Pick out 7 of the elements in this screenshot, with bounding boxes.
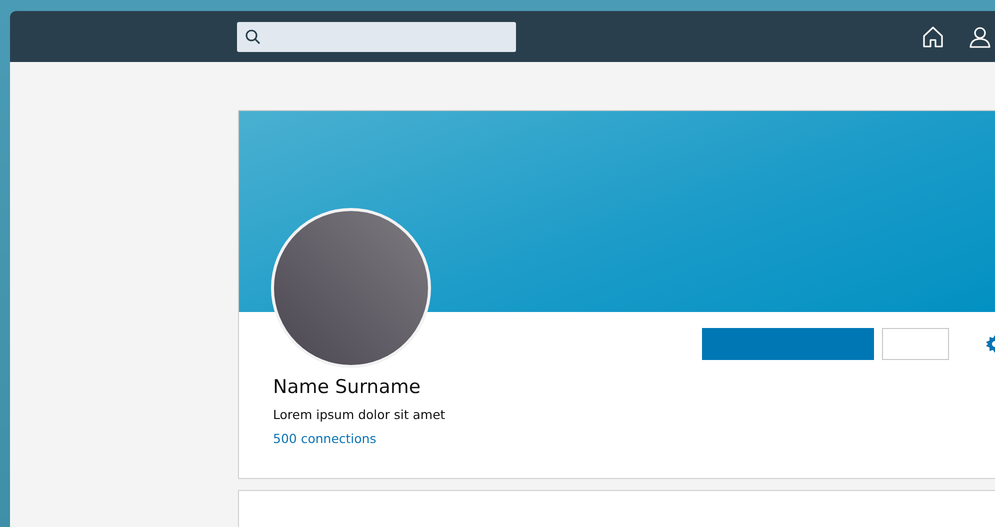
user-icon[interactable]: [968, 24, 992, 48]
profile-headline: Lorem ipsum dolor sit amet: [273, 407, 446, 423]
connections-link[interactable]: 500 connections: [273, 431, 376, 447]
search-icon: [245, 28, 261, 44]
profile-name: Name Surname: [273, 375, 422, 399]
home-icon[interactable]: [921, 24, 945, 48]
search-field[interactable]: [237, 22, 516, 52]
